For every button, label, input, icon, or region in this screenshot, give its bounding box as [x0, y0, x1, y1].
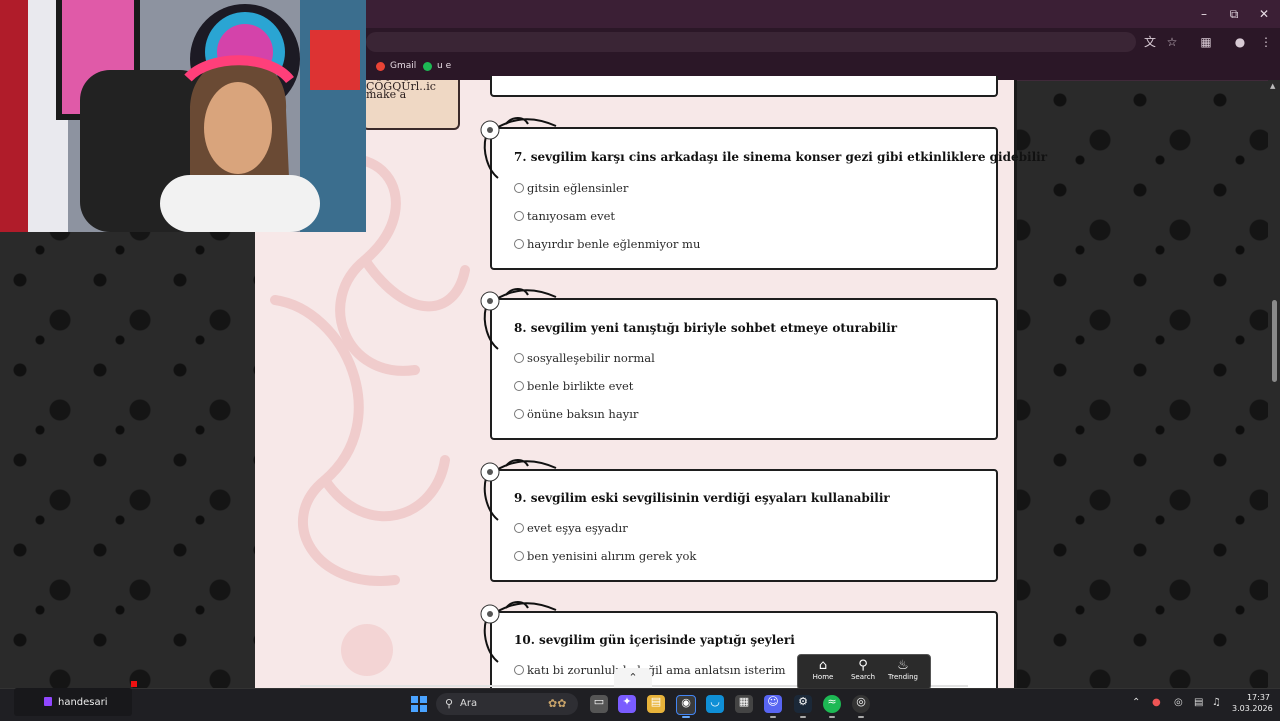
floral-ornament-icon: [480, 117, 557, 179]
star-icon[interactable]: ☆: [1164, 34, 1180, 50]
discord-icon[interactable]: ☺: [764, 695, 782, 713]
recording-indicator: [131, 681, 137, 687]
bookmark-gmail[interactable]: Gmail: [376, 61, 416, 71]
gmail-icon: [376, 61, 385, 71]
home-icon: ⌂: [818, 658, 828, 673]
floral-ornament-icon: [480, 601, 557, 663]
search-highlight-icon: ✿✿: [548, 697, 567, 710]
question-card-9: 9. sevgilim eski sevgilisinin verdiği eş…: [490, 469, 998, 582]
spotify-running-indicator: [829, 716, 835, 718]
radio-button[interactable]: [514, 211, 524, 221]
search-icon: ⚲: [858, 658, 868, 673]
close-icon[interactable]: ✕: [1256, 6, 1272, 22]
windows-taskbar: [0, 688, 1280, 721]
webcam-feed: [0, 0, 366, 232]
sidebar-card: ÇÖĞQÜrl..ic make a: [362, 80, 460, 130]
spotify-icon[interactable]: ≈: [823, 695, 841, 713]
taskbar-search[interactable]: ⚲ Ara ✿✿: [436, 693, 578, 715]
answer-option[interactable]: tanıyosam evet: [514, 209, 615, 223]
question-card-7: 7. sevgilim karşı cins arkadaşı ile sine…: [490, 127, 1047, 270]
nav-search[interactable]: ⚲ Search: [843, 658, 883, 681]
restore-icon[interactable]: ⧉: [1226, 6, 1242, 22]
steam-running-indicator: [800, 716, 806, 718]
chrome-icon[interactable]: ◉: [676, 695, 696, 715]
rose-decoration-icon: [341, 624, 393, 676]
radio-button[interactable]: [514, 551, 524, 561]
discord-running-indicator: [770, 716, 776, 718]
volume-icon[interactable]: ♫: [1212, 697, 1221, 708]
windows-start-icon[interactable]: [411, 696, 427, 712]
radio-button[interactable]: [514, 353, 524, 363]
nav-home[interactable]: ⌂ Home: [803, 658, 843, 681]
stream-overlay-name: handesari: [14, 688, 132, 716]
task-view-icon[interactable]: ▭: [590, 695, 608, 713]
answer-option[interactable]: ben yenisini alırım gerek yok: [514, 549, 696, 563]
question-title: 7. sevgilim karşı cins arkadaşı ile sine…: [514, 150, 1048, 164]
microphone-icon[interactable]: ◎: [1174, 697, 1183, 708]
answer-option[interactable]: benle birlikte evet: [514, 379, 633, 393]
twitch-icon: [44, 697, 52, 706]
edge-icon[interactable]: ◡: [706, 695, 724, 713]
radio-button[interactable]: [514, 183, 524, 193]
floral-ornament-icon: [480, 459, 557, 521]
profile-avatar-icon[interactable]: ●: [1232, 34, 1248, 50]
bookmark-dot-icon: [423, 61, 432, 71]
mini-nav-bar: ⌂ Home ⚲ Search ♨ Trending: [797, 654, 931, 690]
question-title: 8. sevgilim yeni tanıştığı biriyle sohbe…: [514, 321, 898, 335]
floral-ornament-icon: [480, 288, 557, 350]
scrollbar-thumb[interactable]: [1272, 300, 1277, 382]
store-icon[interactable]: ▦: [735, 695, 753, 713]
answer-option[interactable]: gitsin eğlensinler: [514, 181, 628, 195]
answer-option[interactable]: hayırdır benle eğlenmiyor mu: [514, 237, 700, 251]
chrome-active-indicator: [682, 716, 690, 718]
translate-icon[interactable]: 文: [1142, 34, 1158, 50]
answer-option[interactable]: sosyalleşebilir normal: [514, 351, 655, 365]
tray-overflow-icon[interactable]: ⌃: [1132, 697, 1140, 708]
page-right-border: [1014, 80, 1017, 688]
radio-button[interactable]: [514, 523, 524, 533]
page-scrollbar[interactable]: [1268, 80, 1280, 688]
flame-icon: ♨: [897, 658, 909, 673]
obs-running-indicator: [858, 716, 864, 718]
extensions-icon[interactable]: ▦: [1198, 34, 1214, 50]
minimize-icon[interactable]: –: [1196, 6, 1212, 22]
question-card-8: 8. sevgilim yeni tanıştığı biriyle sohbe…: [490, 298, 998, 440]
steam-icon[interactable]: ⚙: [794, 695, 812, 713]
radio-button[interactable]: [514, 665, 524, 675]
radio-button[interactable]: [514, 239, 524, 249]
webcam-overlay: [0, 0, 366, 232]
radio-button[interactable]: [514, 409, 524, 419]
chevron-up-icon: ⌃: [628, 671, 638, 684]
tray-app-icon[interactable]: ●: [1152, 697, 1161, 708]
file-explorer-icon[interactable]: ▤: [647, 695, 665, 713]
taskbar-clock[interactable]: 17:37 3.03.2026: [1232, 692, 1273, 714]
obs-icon[interactable]: ◎: [852, 695, 870, 713]
url-field[interactable]: [366, 32, 1136, 52]
question-card-previous: [490, 76, 998, 97]
menu-icon[interactable]: ⋮: [1258, 34, 1274, 50]
copilot-icon[interactable]: ✦: [618, 695, 636, 713]
radio-button[interactable]: [514, 381, 524, 391]
scroll-to-top-button[interactable]: ⌃: [614, 668, 652, 688]
scroll-up-icon[interactable]: ▲: [1270, 82, 1275, 90]
nav-trending[interactable]: ♨ Trending: [883, 658, 923, 681]
bookmark-ue[interactable]: u e: [423, 61, 451, 71]
search-icon: ⚲: [445, 697, 454, 710]
network-icon[interactable]: ▤: [1194, 697, 1203, 708]
answer-option[interactable]: önüne baksın hayır: [514, 407, 638, 421]
question-title: 9. sevgilim eski sevgilisinin verdiği eş…: [514, 491, 890, 505]
